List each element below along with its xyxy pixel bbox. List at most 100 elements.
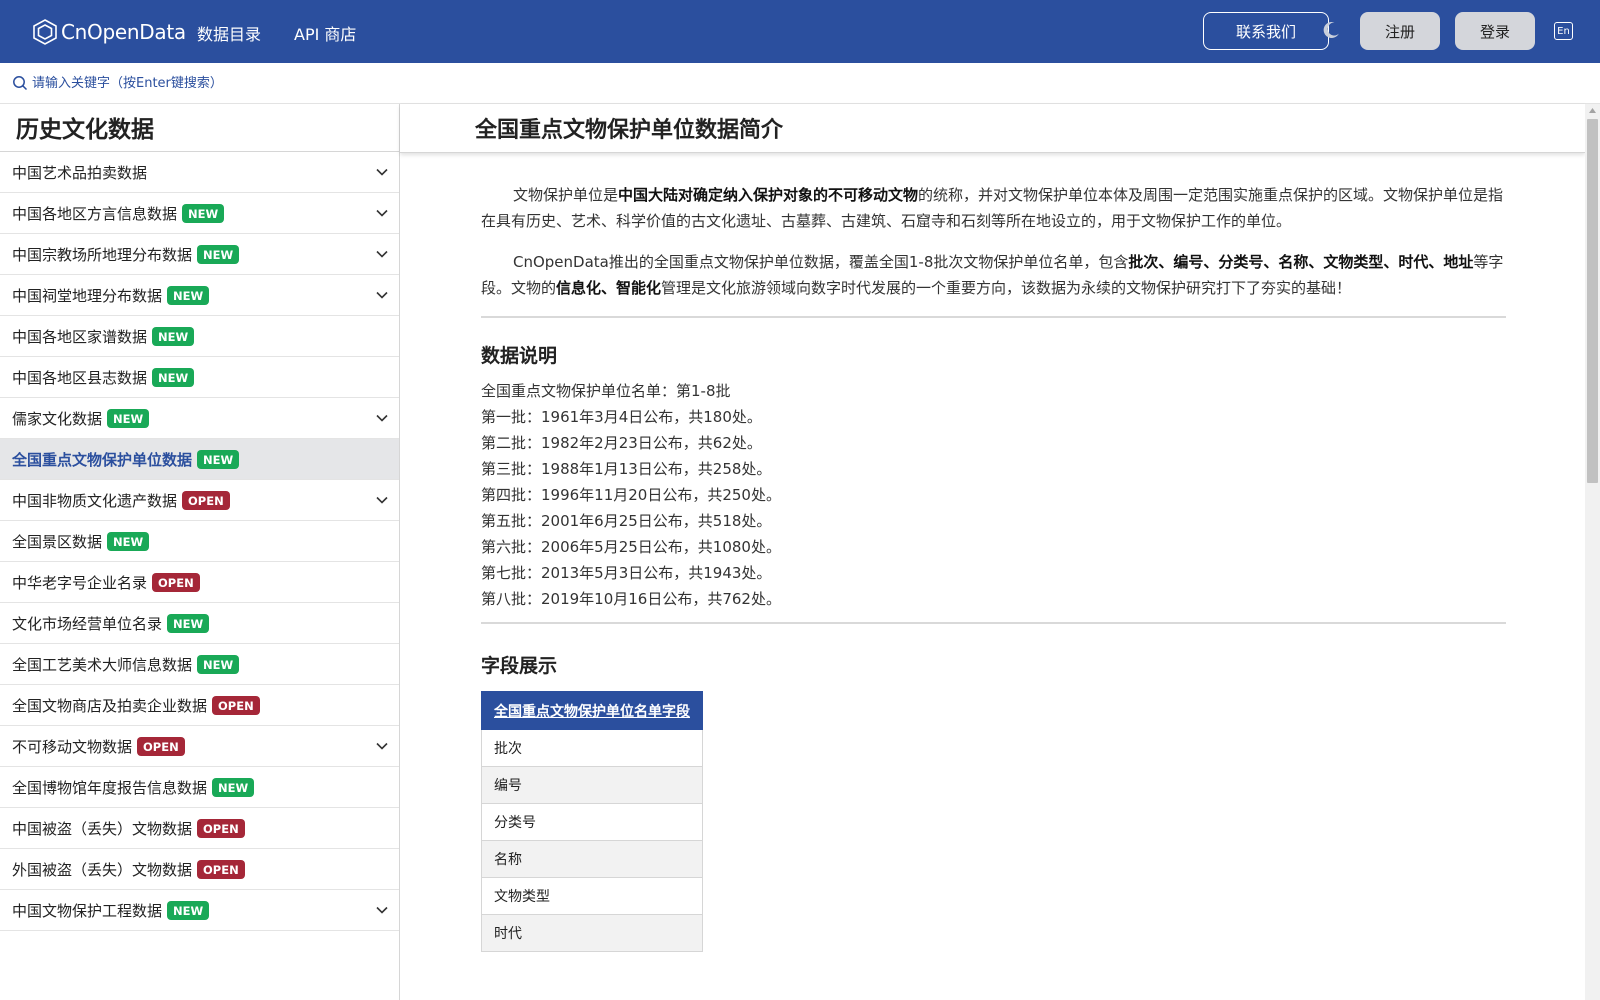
sidebar-item[interactable]: 外国被盗（丢失）文物数据 OPEN	[0, 849, 399, 890]
table-row: 分类号	[481, 803, 703, 841]
status-badge: NEW	[197, 449, 240, 469]
chevron-down-icon[interactable]	[376, 414, 388, 422]
sidebar-item[interactable]: 中华老字号企业名录 OPEN	[0, 562, 399, 603]
sidebar-list: 中国艺术品拍卖数据 中国各地区方言信息数据 NEW 中国宗教场所地理分布数据 NEW 中国…	[0, 152, 399, 931]
sidebar-item[interactable]: 全国文物商店及拍卖企业数据 OPEN	[0, 685, 399, 726]
sidebar-item[interactable]: 不可移动文物数据 OPEN	[0, 726, 399, 767]
field-cell: 编号	[481, 766, 703, 804]
data-description-heading: 数据说明	[481, 345, 558, 367]
status-badge: NEW	[182, 203, 225, 223]
table-row: 批次	[481, 729, 703, 767]
sidebar-item[interactable]: 中国各地区方言信息数据 NEW	[0, 193, 399, 234]
sidebar-item-label: 全国重点文物保护单位数据	[12, 450, 193, 469]
sidebar-item[interactable]: 中国文物保护工程数据 NEW	[0, 890, 399, 931]
register-button[interactable]: 注册	[1360, 12, 1440, 50]
sidebar-item-label: 全国工艺美术大师信息数据	[12, 655, 193, 674]
nav-api-store[interactable]: API 商店	[294, 21, 356, 45]
login-button[interactable]: 登录	[1455, 12, 1535, 50]
chevron-down-icon[interactable]	[376, 250, 388, 258]
chevron-down-icon[interactable]	[376, 291, 388, 299]
status-badge: NEW	[167, 285, 210, 305]
status-badge: NEW	[167, 613, 210, 633]
status-badge: OPEN	[182, 490, 230, 510]
chevron-down-icon[interactable]	[376, 742, 388, 750]
chevron-down-icon[interactable]	[376, 209, 388, 217]
sidebar-item-label: 不可移动文物数据	[12, 737, 133, 756]
sidebar: 历史文化数据 中国艺术品拍卖数据 中国各地区方言信息数据 NEW 中国宗教场所地理分布…	[0, 104, 400, 1000]
batch-line: 第二批：1982年2月23日公布，共62处。	[481, 434, 762, 452]
status-badge: NEW	[167, 900, 210, 920]
status-badge: NEW	[197, 654, 240, 674]
paragraph-text: 管理是文化旅游领域向数字时代发展的一个重要方向，该数据为永续的文物保护研究打下了…	[661, 279, 1352, 297]
scroll-up-arrow-icon[interactable]	[1589, 108, 1596, 113]
field-cell: 分类号	[481, 803, 703, 841]
sidebar-item[interactable]: 全国重点文物保护单位数据 NEW	[0, 439, 399, 480]
sidebar-item-label: 中国艺术品拍卖数据	[12, 163, 148, 182]
sidebar-item-label: 中国被盗（丢失）文物数据	[12, 819, 193, 838]
chevron-down-icon[interactable]	[376, 168, 388, 176]
sidebar-item[interactable]: 全国博物馆年度报告信息数据 NEW	[0, 767, 399, 808]
sidebar-item[interactable]: 文化市场经营单位名录 NEW	[0, 603, 399, 644]
field-table-header[interactable]: 全国重点文物保护单位名单字段	[481, 691, 703, 730]
sidebar-item-label: 外国被盗（丢失）文物数据	[12, 860, 193, 879]
sidebar-item-label: 中国各地区家谱数据	[12, 327, 148, 346]
table-row: 时代	[481, 914, 703, 952]
search-icon	[13, 76, 28, 91]
emphasis-text: 信息化、智能化	[556, 279, 662, 297]
page-title: 全国重点文物保护单位数据简介	[475, 117, 784, 143]
table-row: 编号	[481, 766, 703, 804]
status-badge: NEW	[152, 326, 195, 346]
paragraph-text: CnOpenData推出的全国重点文物保护单位数据，覆盖全国1-8批次文物保护单…	[513, 253, 1129, 271]
sidebar-item[interactable]: 中国各地区家谱数据 NEW	[0, 316, 399, 357]
nav-data-catalog[interactable]: 数据目录	[197, 21, 261, 45]
batch-line: 第四批：1996年11月20日公布，共250处。	[481, 486, 781, 504]
search-input[interactable]	[32, 72, 532, 94]
hexagon-logo-icon	[33, 19, 57, 45]
status-badge: OPEN	[152, 572, 200, 592]
status-badge: NEW	[197, 244, 240, 264]
sidebar-item[interactable]: 儒家文化数据 NEW	[0, 398, 399, 439]
chevron-down-icon[interactable]	[376, 906, 388, 914]
sidebar-item-label: 全国博物馆年度报告信息数据	[12, 778, 208, 797]
sidebar-item-label: 全国景区数据	[12, 532, 103, 551]
status-badge: OPEN	[212, 695, 260, 715]
field-cell: 时代	[481, 914, 703, 952]
brand-logo[interactable]: CnOpenData	[32, 16, 186, 48]
contact-us-button[interactable]: 联系我们	[1203, 12, 1329, 50]
sidebar-item[interactable]: 中国非物质文化遗产数据 OPEN	[0, 480, 399, 521]
sidebar-item-label: 中国各地区县志数据	[12, 368, 148, 387]
batch-line: 第八批：2019年10月16日公布，共762处。	[481, 590, 781, 608]
table-row: 文物类型	[481, 877, 703, 915]
sidebar-item-label: 中国宗教场所地理分布数据	[12, 245, 193, 264]
status-badge: OPEN	[197, 859, 245, 879]
sidebar-item[interactable]: 全国工艺美术大师信息数据 NEW	[0, 644, 399, 685]
chevron-down-icon[interactable]	[376, 496, 388, 504]
batch-line: 第五批：2001年6月25日公布，共518处。	[481, 512, 772, 530]
moon-icon[interactable]	[1321, 20, 1341, 40]
batch-line: 第三批：1988年1月13日公布，共258处。	[481, 460, 772, 478]
field-cell: 文物类型	[481, 877, 703, 915]
table-row: 名称	[481, 840, 703, 878]
sidebar-item[interactable]: 中国被盗（丢失）文物数据 OPEN	[0, 808, 399, 849]
language-toggle[interactable]: En	[1554, 22, 1573, 40]
main-content: 文物保护单位是中国大陆对确定纳入保护对象的不可移动文物的统称，并对文物保护单位本…	[481, 182, 1506, 952]
sidebar-item[interactable]: 中国艺术品拍卖数据	[0, 152, 399, 193]
scrollbar-thumb[interactable]	[1587, 119, 1598, 483]
sidebar-item[interactable]: 中国祠堂地理分布数据 NEW	[0, 275, 399, 316]
paragraph-text: 文物保护单位是	[513, 186, 619, 204]
emphasis-text: 批次、编号、分类号、名称、文物类型、时代、地址	[1128, 253, 1474, 271]
sidebar-item[interactable]: 全国景区数据 NEW	[0, 521, 399, 562]
status-badge: OPEN	[197, 818, 245, 838]
sidebar-item-label: 中华老字号企业名录	[12, 573, 148, 592]
search-bar	[0, 63, 1600, 104]
field-table: 全国重点文物保护单位名单字段 批次 编号 分类号 名称 文物类型 时代	[481, 691, 703, 952]
page-scrollbar[interactable]	[1585, 104, 1600, 1000]
sidebar-item-label: 全国文物商店及拍卖企业数据	[12, 696, 208, 715]
field-cell: 名称	[481, 840, 703, 878]
sidebar-title: 历史文化数据	[0, 104, 399, 152]
batch-list: 全国重点文物保护单位名单：第1-8批 第一批：1961年3月4日公布，共180处。…	[481, 378, 1506, 612]
sidebar-item[interactable]: 中国宗教场所地理分布数据 NEW	[0, 234, 399, 275]
status-badge: NEW	[152, 367, 195, 387]
sidebar-item[interactable]: 中国各地区县志数据 NEW	[0, 357, 399, 398]
sidebar-item-label: 文化市场经营单位名录	[12, 614, 163, 633]
